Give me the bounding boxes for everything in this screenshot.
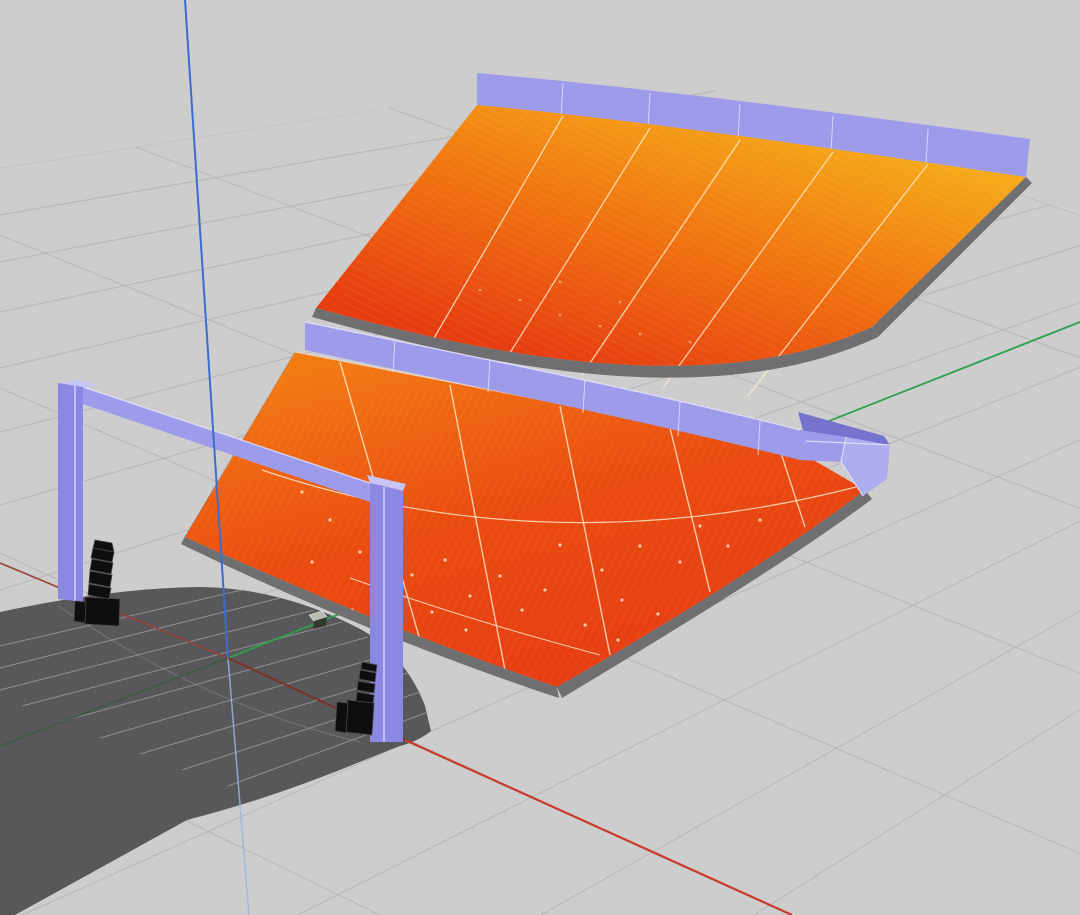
panel-speckle (678, 560, 681, 563)
panel-speckle (300, 490, 303, 493)
panel-speckle (620, 598, 623, 601)
panel-speckle (479, 289, 482, 292)
panel-speckle (443, 558, 446, 561)
panel-speckle (543, 588, 546, 591)
panel-speckle (600, 568, 603, 571)
panel-speckle (520, 608, 523, 611)
panel-speckle (430, 610, 433, 613)
panel-speckle (638, 544, 641, 547)
panel-speckle (619, 301, 622, 304)
viewport-canvas[interactable] (0, 0, 1080, 915)
panel-speckle (559, 314, 562, 317)
speaker-cabinet[interactable] (345, 700, 374, 735)
right-post[interactable] (370, 483, 403, 742)
panel-speckle (758, 518, 761, 521)
panel-speckle (616, 638, 619, 641)
panel-speckle (358, 550, 361, 553)
panel-speckle (698, 524, 701, 527)
panel-speckle (310, 560, 313, 563)
panel-speckle (726, 544, 729, 547)
panel-speckle (468, 594, 471, 597)
panel-speckle (558, 543, 561, 546)
panel-speckle (559, 281, 562, 284)
panel-speckle (464, 628, 467, 631)
panel-speckle (498, 574, 501, 577)
left-post[interactable] (58, 383, 83, 602)
speaker-cabinet[interactable] (84, 597, 120, 626)
panel-speckle (656, 612, 659, 615)
panel-speckle (639, 333, 642, 336)
panel-speckle (328, 518, 331, 521)
panel-speckle (689, 341, 692, 344)
panel-speckle (583, 623, 586, 626)
panel-speckle (599, 325, 602, 328)
panel-speckle (519, 299, 522, 302)
panel-speckle (410, 573, 413, 576)
